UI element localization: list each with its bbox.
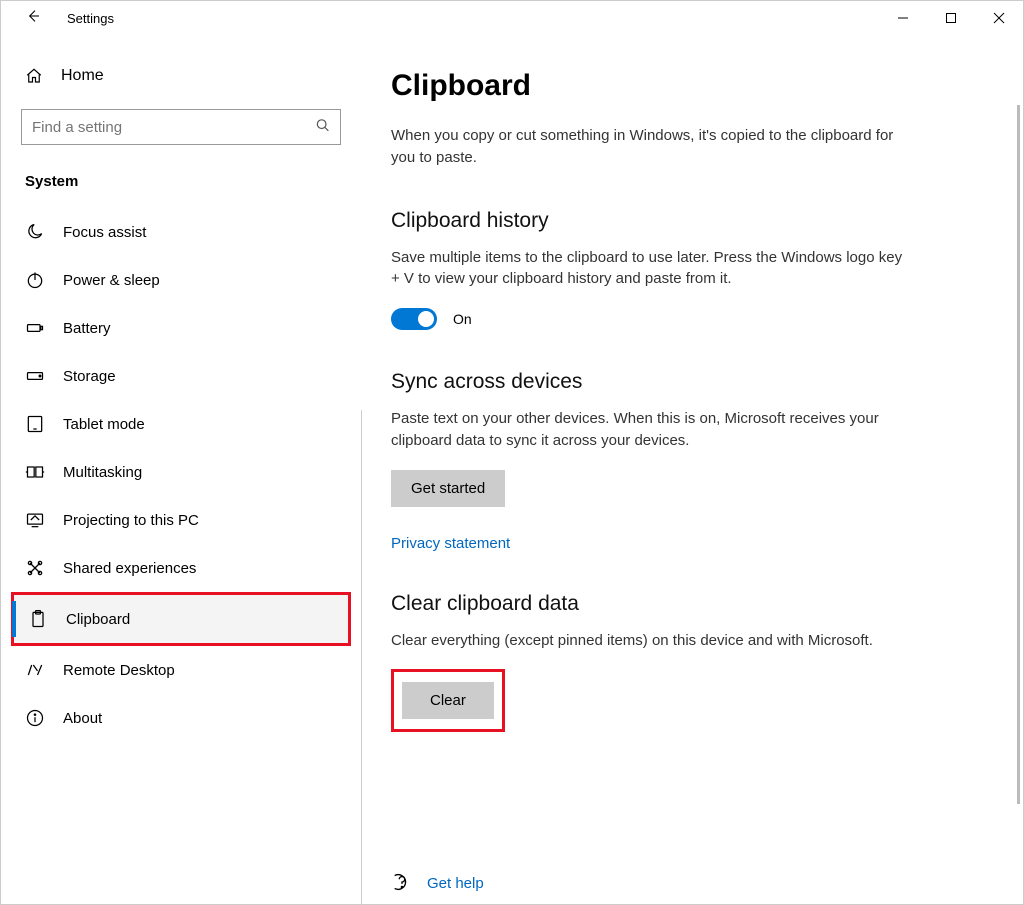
section-desc-clear: Clear everything (except pinned items) o… (391, 630, 911, 652)
app-title: Settings (67, 11, 114, 26)
section-title-sync: Sync across devices (391, 370, 993, 394)
sidebar-heading: System (11, 165, 351, 208)
clipboard-icon (28, 609, 48, 629)
sidebar-item-shared-experiences[interactable]: Shared experiences (11, 544, 351, 592)
sidebar-item-label: Tablet mode (63, 416, 145, 433)
minimize-button[interactable] (879, 1, 927, 35)
sidebar-item-label: Remote Desktop (63, 662, 175, 679)
remote-desktop-icon (25, 660, 45, 680)
get-help-link[interactable]: Get help (427, 875, 484, 892)
sidebar-item-label: Power & sleep (63, 272, 160, 289)
sidebar-item-remote-desktop[interactable]: Remote Desktop (11, 646, 351, 694)
sidebar-item-label: Projecting to this PC (63, 512, 199, 529)
sidebar-item-power-sleep[interactable]: Power & sleep (11, 256, 351, 304)
get-started-button[interactable]: Get started (391, 470, 505, 507)
project-icon (25, 510, 45, 530)
privacy-statement-link[interactable]: Privacy statement (391, 535, 510, 552)
page-title: Clipboard (391, 69, 993, 103)
sidebar-item-multitasking[interactable]: Multitasking (11, 448, 351, 496)
sidebar-item-label: About (63, 710, 102, 727)
battery-icon (25, 318, 45, 338)
section-desc-history: Save multiple items to the clipboard to … (391, 247, 911, 291)
info-icon (25, 708, 45, 728)
search-input[interactable] (21, 109, 341, 145)
sidebar-item-label: Storage (63, 368, 116, 385)
page-intro: When you copy or cut something in Window… (391, 125, 911, 169)
sidebar: Home System Focus assist (1, 35, 361, 904)
sidebar-item-home[interactable]: Home (11, 57, 351, 95)
sidebar-item-label: Shared experiences (63, 560, 196, 577)
sidebar-item-clipboard[interactable]: Clipboard (11, 592, 351, 646)
sidebar-item-storage[interactable]: Storage (11, 352, 351, 400)
close-button[interactable] (975, 1, 1023, 35)
sidebar-item-label: Clipboard (66, 611, 130, 628)
clipboard-history-toggle[interactable] (391, 308, 437, 330)
shared-icon (25, 558, 45, 578)
sidebar-item-projecting[interactable]: Projecting to this PC (11, 496, 351, 544)
search-icon (315, 118, 331, 137)
sidebar-item-label: Battery (63, 320, 111, 337)
sidebar-item-label: Multitasking (63, 464, 142, 481)
maximize-button[interactable] (927, 1, 975, 35)
back-button[interactable] (23, 8, 43, 29)
clear-highlight-box: Clear (391, 669, 505, 732)
clear-button[interactable]: Clear (402, 682, 494, 719)
tablet-icon (25, 414, 45, 434)
multitasking-icon (25, 462, 45, 482)
sidebar-item-tablet-mode[interactable]: Tablet mode (11, 400, 351, 448)
moon-icon (25, 222, 45, 242)
sidebar-item-about[interactable]: About (11, 694, 351, 742)
section-desc-sync: Paste text on your other devices. When t… (391, 408, 911, 452)
sidebar-item-battery[interactable]: Battery (11, 304, 351, 352)
scrollbar[interactable] (1017, 105, 1020, 804)
sidebar-item-label: Focus assist (63, 224, 146, 241)
toggle-label: On (453, 311, 472, 327)
main-panel: Clipboard When you copy or cut something… (361, 35, 1023, 904)
help-icon (391, 871, 413, 896)
section-title-history: Clipboard history (391, 209, 993, 233)
sidebar-item-label: Home (61, 67, 104, 85)
section-title-clear: Clear clipboard data (391, 592, 993, 616)
sidebar-item-focus-assist[interactable]: Focus assist (11, 208, 351, 256)
titlebar: Settings (1, 1, 1023, 35)
home-icon (25, 67, 43, 85)
power-icon (25, 270, 45, 290)
storage-icon (25, 366, 45, 386)
